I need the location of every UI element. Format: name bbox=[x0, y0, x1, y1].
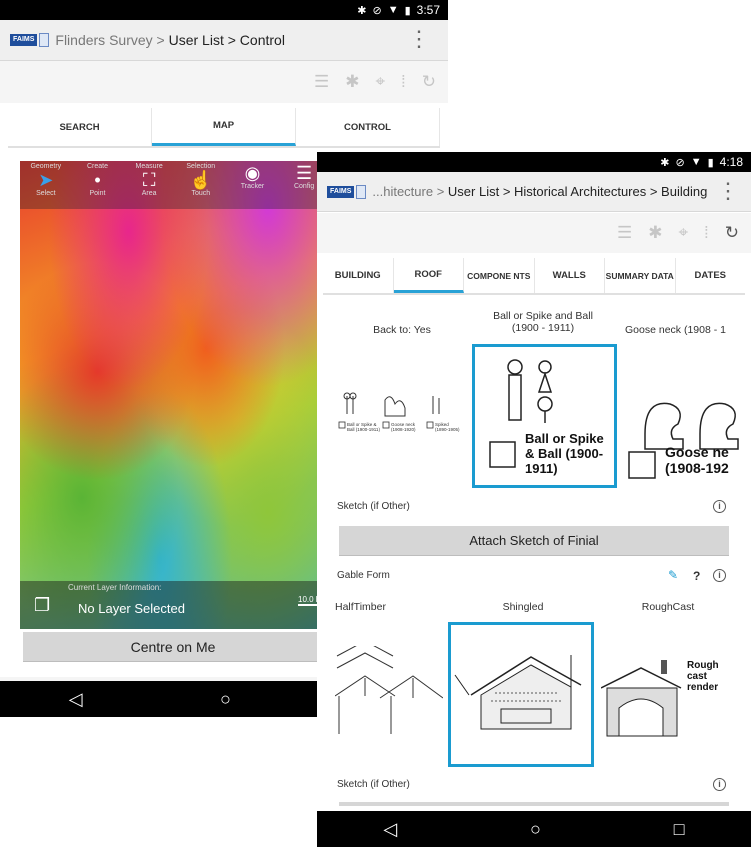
breadcrumb: ...hitecture > User List > Historical Ar… bbox=[372, 184, 707, 199]
dnd-icon: ⊘ bbox=[372, 4, 382, 17]
breadcrumb-prefix[interactable]: ...hitecture > bbox=[372, 184, 444, 199]
breadcrumb: Flinders Survey > User List > Control bbox=[55, 32, 285, 48]
gable-form-label: Gable Form bbox=[337, 570, 390, 581]
wifi-icon: ▼ bbox=[690, 156, 702, 168]
tab-building[interactable]: BUILDING bbox=[323, 258, 394, 293]
status-time: 4:18 bbox=[719, 155, 743, 169]
sketch-label: Sketch (if Other) bbox=[337, 501, 410, 512]
breadcrumb-current: User List > Historical Architectures > B… bbox=[447, 184, 708, 199]
bluetooth-icon: ✱ bbox=[660, 156, 670, 169]
status-bar: ✱ ⊘ ▼ ▮ 4:18 bbox=[317, 152, 751, 172]
tab-map[interactable]: MAP bbox=[152, 108, 296, 146]
bluetooth-icon: ✱ bbox=[357, 4, 367, 17]
recents-nav-icon[interactable]: □ bbox=[674, 819, 685, 840]
breadcrumb-prefix[interactable]: Flinders Survey > bbox=[55, 32, 164, 48]
area-tool[interactable]: Measure ⛶ Area bbox=[125, 161, 173, 209]
tab-dates[interactable]: DATES bbox=[676, 258, 746, 293]
gps-icon[interactable]: ⌖ bbox=[375, 72, 385, 92]
finial-option-backto[interactable]: Ball or Spike & Ball (1900-1911) Goose n… bbox=[337, 392, 460, 442]
attach-sketch-button-partial[interactable] bbox=[339, 802, 729, 806]
faims-logo: FAIMS bbox=[327, 184, 367, 199]
home-nav-icon[interactable]: ○ bbox=[530, 819, 541, 840]
point-tool[interactable]: Create • Point bbox=[73, 161, 121, 209]
action-bar: FAIMS ...hitecture > User List > Histori… bbox=[317, 172, 751, 212]
map-toolbar: Geometry ➤ Select Create • Point Measure… bbox=[20, 161, 330, 209]
info-icon[interactable]: i bbox=[713, 500, 726, 513]
footprints-icon[interactable]: ⁞ bbox=[704, 223, 709, 243]
info-icon[interactable]: i bbox=[713, 569, 726, 582]
roughcast-image-text: Rough cast render bbox=[687, 660, 719, 693]
tab-control[interactable]: CONTROL bbox=[296, 108, 440, 146]
footprints-icon[interactable]: ⁞ bbox=[401, 72, 406, 92]
status-time: 3:57 bbox=[416, 3, 440, 17]
sketch-label: Sketch (if Other) bbox=[337, 779, 410, 790]
map-view[interactable]: Geometry ➤ Select Create • Point Measure… bbox=[20, 161, 330, 629]
select-tool[interactable]: Geometry ➤ Select bbox=[22, 161, 70, 209]
bluetooth-status-icon[interactable]: ✱ bbox=[345, 72, 359, 92]
finial-option-caption: Back to: Yes bbox=[373, 324, 431, 336]
finial-mini-diagram bbox=[338, 392, 440, 429]
tracker-tool[interactable]: ◉ Tracker bbox=[228, 161, 276, 209]
layer-info-label: Current Layer Information: bbox=[68, 583, 162, 592]
shingled-diagram bbox=[454, 655, 582, 730]
finial-option-caption: Ball or Spike and Ball (1900 - 1911) bbox=[493, 310, 593, 334]
tab-roof[interactable]: ROOF bbox=[393, 258, 464, 293]
action-bar: FAIMS Flinders Survey > User List > Cont… bbox=[0, 20, 448, 61]
finial-option-ball-spike[interactable]: Ball or Spike & Ball (1900-1911) bbox=[472, 344, 617, 488]
goose-image-text: Goose ne (1908-192 bbox=[665, 444, 729, 476]
tab-summary-data[interactable]: SUMMARY DATA bbox=[605, 258, 676, 293]
refresh-icon[interactable]: ↻ bbox=[725, 223, 739, 243]
layer-info-bar: ❐ Current Layer Information: No Layer Se… bbox=[20, 581, 330, 629]
gable-option-shingled[interactable] bbox=[448, 622, 594, 767]
touch-tool[interactable]: Selection ☝ Touch bbox=[177, 161, 225, 209]
battery-icon: ▮ bbox=[707, 156, 714, 169]
attach-sketch-button[interactable]: Attach Sketch of Finial bbox=[339, 526, 729, 556]
bluetooth-status-icon[interactable]: ✱ bbox=[648, 223, 662, 243]
status-bar: ✱ ⊘ ▼ ▮ 3:57 bbox=[0, 0, 448, 20]
gable-option-caption: HalfTimber bbox=[335, 601, 386, 613]
arrow-icon: ➤ bbox=[38, 170, 54, 190]
finial-option-caption: Goose neck (1908 - 1 bbox=[625, 324, 726, 336]
sync-queue-icon[interactable]: ☰ bbox=[617, 223, 632, 243]
gable-option-caption: Shingled bbox=[502, 601, 544, 613]
help-icon[interactable]: ? bbox=[693, 569, 700, 583]
finial-option-goose-neck[interactable]: Goose ne (1908-192 bbox=[625, 374, 751, 484]
layers-icon[interactable]: ❐ bbox=[34, 595, 50, 616]
status-icon-row: ☰ ✱ ⌖ ⁞ ↻ bbox=[317, 213, 751, 253]
gable-option-caption: RoughCast bbox=[641, 601, 695, 613]
layer-value: No Layer Selected bbox=[78, 601, 185, 616]
tab-bar: BUILDING ROOF COMPONE NTS WALLS SUMMARY … bbox=[323, 258, 745, 295]
hand-icon: ☝ bbox=[189, 170, 212, 190]
faims-logo: FAIMS bbox=[10, 33, 50, 47]
home-nav-icon[interactable]: ○ bbox=[220, 689, 231, 710]
nav-bar: ◁ ○ □ bbox=[317, 811, 751, 847]
gable-option-halftimber[interactable] bbox=[334, 640, 444, 736]
centre-on-me-button[interactable]: Centre on Me bbox=[23, 632, 323, 662]
info-icon[interactable]: i bbox=[713, 778, 726, 791]
back-nav-icon[interactable]: ◁ bbox=[383, 819, 397, 840]
battery-icon: ▮ bbox=[404, 4, 411, 17]
breadcrumb-current: User List > Control bbox=[168, 32, 285, 48]
front-phone-screen: ✱ ⊘ ▼ ▮ 4:18 FAIMS ...hitecture > User L… bbox=[317, 152, 751, 847]
gps-icon[interactable]: ⌖ bbox=[678, 223, 688, 243]
status-icon-row: ☰ ✱ ⌖ ⁞ ↻ bbox=[0, 62, 448, 102]
back-nav-icon[interactable]: ◁ bbox=[69, 689, 83, 710]
tab-components[interactable]: COMPONE NTS bbox=[464, 258, 535, 293]
tab-bar: SEARCH MAP CONTROL bbox=[8, 108, 440, 148]
refresh-icon[interactable]: ↻ bbox=[422, 72, 436, 92]
overflow-menu-icon[interactable]: ⋮ bbox=[717, 180, 739, 202]
point-icon: • bbox=[94, 170, 101, 190]
area-icon: ⛶ bbox=[142, 170, 156, 190]
wifi-icon: ▼ bbox=[387, 4, 399, 16]
edit-pencil-icon[interactable]: ✎ bbox=[668, 568, 678, 582]
gable-option-roughcast[interactable]: Rough cast render bbox=[601, 658, 731, 738]
tab-walls[interactable]: WALLS bbox=[535, 258, 605, 293]
finial-image-text: Ball or Spike & Ball (1900-1911) bbox=[525, 431, 604, 476]
sync-queue-icon[interactable]: ☰ bbox=[314, 72, 329, 92]
overflow-menu-icon[interactable]: ⋮ bbox=[408, 28, 430, 50]
tracker-icon: ◉ bbox=[244, 163, 261, 183]
tab-search[interactable]: SEARCH bbox=[8, 108, 152, 146]
dnd-icon: ⊘ bbox=[675, 156, 685, 169]
halftimber-diagram bbox=[334, 640, 444, 734]
